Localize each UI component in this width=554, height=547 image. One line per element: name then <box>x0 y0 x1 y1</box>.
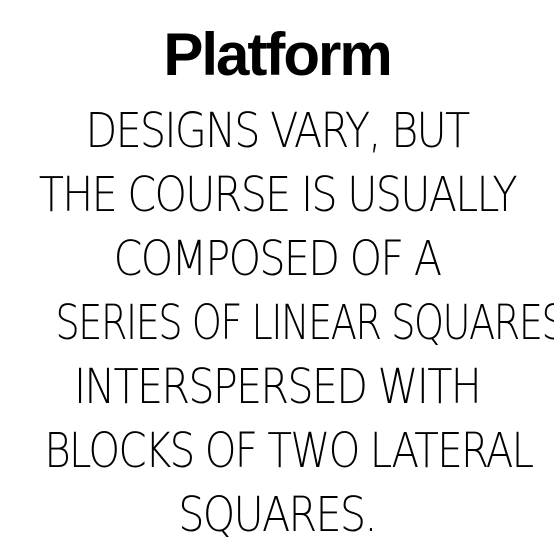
title-heading: Platform <box>163 21 392 88</box>
definition-card: Platform DESIGNS VARY, BUT THE COURSE IS… <box>0 0 554 543</box>
definition-line: SERIES OF LINEAR SQUARES <box>55 295 554 351</box>
definition-line: DESIGNS VARY, BUT <box>85 103 471 159</box>
definition-line: SQUARES. <box>178 487 377 543</box>
definition-line: BLOCKS OF TWO LATERAL <box>44 423 534 479</box>
definition-line: INTERSPERSED WITH <box>73 359 482 415</box>
definition-line: COMPOSED OF A <box>113 231 442 287</box>
definition-line: THE COURSE IS USUALLY <box>38 167 518 223</box>
definition-text: DESIGNS VARY, BUT THE COURSE IS USUALLY … <box>0 99 554 547</box>
